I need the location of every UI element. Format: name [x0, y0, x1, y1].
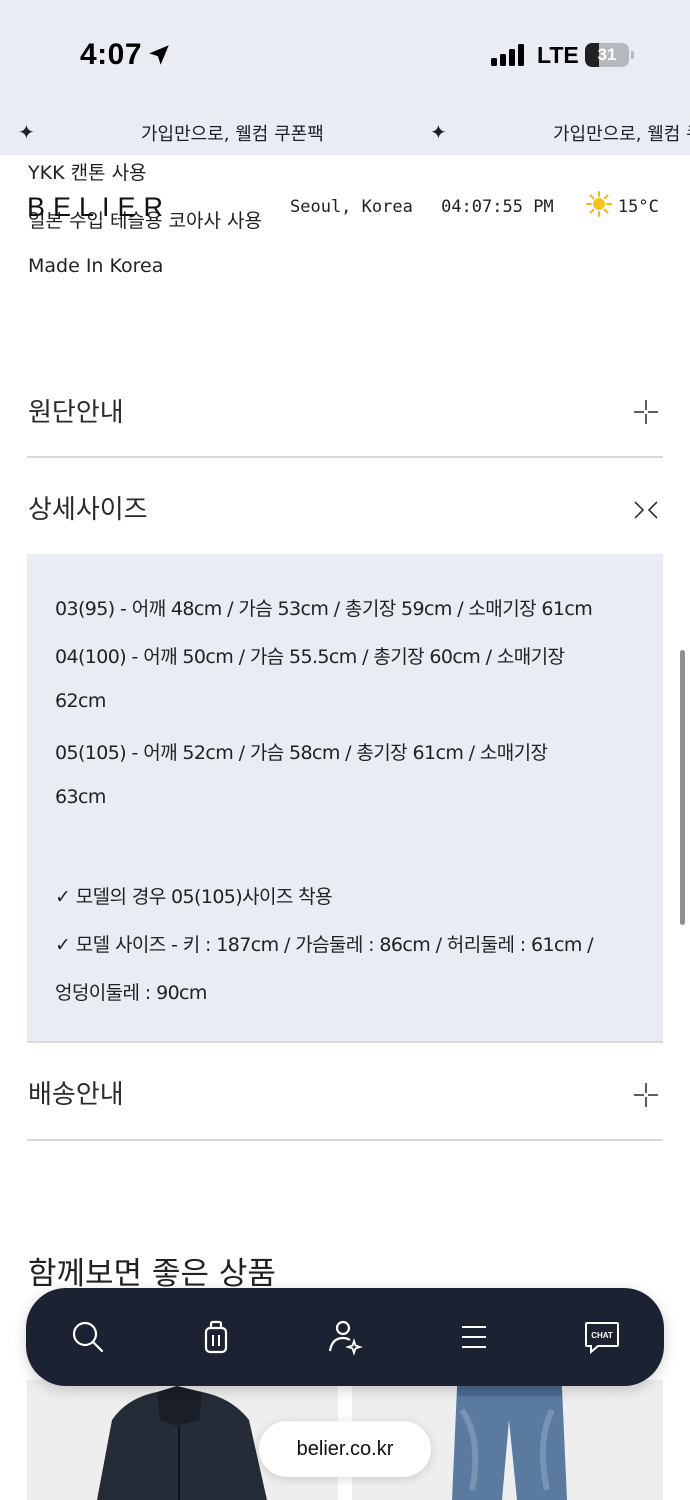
spec-line: Made In Korea: [28, 255, 164, 277]
clock-text: 04:07:55 PM: [441, 196, 554, 217]
promo-banner[interactable]: ✦ 가입만으로, 웰컴 쿠폰팩 ✦ 가입만으로, 웰컴 쿠: [0, 110, 690, 155]
nav-search-button[interactable]: [66, 1315, 110, 1359]
site-logo[interactable]: BELIER: [27, 192, 171, 223]
size-line: 04(100) - 어깨 50cm / 가슴 55.5cm / 총기장 60cm…: [55, 646, 565, 668]
status-time: 4:07: [80, 38, 143, 71]
status-bar: 4:07 LTE 31: [0, 0, 690, 110]
divider: [27, 1041, 663, 1043]
size-line: 62cm: [55, 690, 106, 712]
nav-menu-button[interactable]: [452, 1315, 496, 1359]
battery-cap: [631, 51, 634, 59]
size-line: 엉덩이둘레 : 90cm: [55, 982, 207, 1004]
chat-icon: CHAT: [585, 1322, 619, 1355]
header-info: Seoul, Korea 04:07:55 PM 15°C: [290, 191, 659, 217]
menu-icon: [462, 1326, 486, 1348]
nav-bag-button[interactable]: [194, 1315, 238, 1359]
account-icon: [328, 1320, 363, 1356]
chat-label: CHAT: [591, 1331, 613, 1340]
expand-icon[interactable]: [632, 1081, 660, 1109]
accordion-shipping-title[interactable]: 배송안내: [28, 1074, 124, 1111]
size-line: ✓ 모델의 경우 05(105)사이즈 착용: [55, 886, 333, 908]
location-text: Seoul, Korea: [290, 196, 413, 217]
battery-percent: 31: [597, 45, 617, 64]
sun-icon: [585, 191, 612, 217]
banner-text[interactable]: 가입만으로, 웰컴 쿠폰팩: [141, 120, 324, 146]
spec-line: YKK 캔톤 사용: [28, 162, 147, 184]
url-bar[interactable]: belier.co.kr: [259, 1421, 431, 1477]
divider: [27, 456, 663, 458]
star-icon: ✦: [430, 120, 447, 144]
collapse-icon[interactable]: [632, 496, 660, 524]
expand-icon[interactable]: [632, 398, 660, 426]
bottom-nav: CHAT: [26, 1288, 664, 1386]
temperature-text: 15°C: [617, 196, 659, 217]
accordion-size-title[interactable]: 상세사이즈: [28, 489, 148, 526]
divider: [27, 1139, 663, 1141]
recommend-title: 함께보면 좋은 상품: [28, 1256, 276, 1292]
scrollbar[interactable]: [680, 650, 685, 925]
shopping-bag-icon: [204, 1320, 228, 1354]
accordion-fabric-title[interactable]: 원단안내: [28, 392, 124, 429]
star-icon: ✦: [18, 120, 35, 144]
size-line: 03(95) - 어깨 48cm / 가슴 53cm / 총기장 59cm / …: [55, 598, 593, 620]
size-line: ✓ 모델 사이즈 - 키 : 187cm / 가슴둘레 : 86cm / 허리둘…: [55, 934, 594, 956]
search-icon: [72, 1321, 104, 1353]
size-line: 63cm: [55, 786, 106, 808]
battery-icon: 31: [585, 43, 629, 67]
nav-account-button[interactable]: [323, 1315, 367, 1359]
nav-chat-button[interactable]: CHAT: [580, 1315, 624, 1359]
signal-icon: [491, 44, 524, 66]
size-line: 05(105) - 어깨 52cm / 가슴 58cm / 총기장 61cm /…: [55, 742, 548, 764]
location-arrow-icon: [149, 45, 169, 65]
banner-text-repeat[interactable]: 가입만으로, 웰컴 쿠: [553, 120, 690, 146]
size-detail-panel: 03(95) - 어깨 48cm / 가슴 53cm / 총기장 59cm / …: [27, 554, 663, 1042]
network-label: LTE: [537, 42, 579, 68]
